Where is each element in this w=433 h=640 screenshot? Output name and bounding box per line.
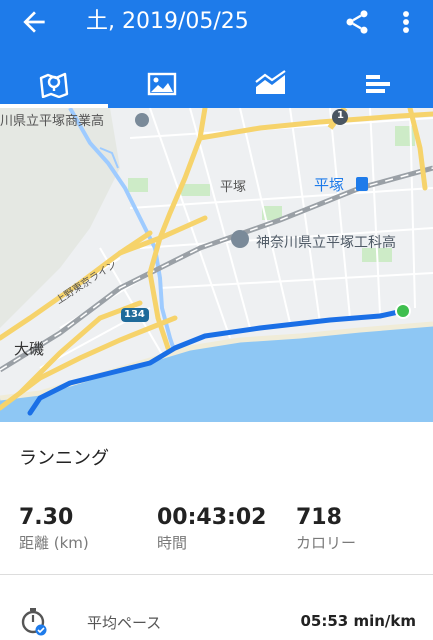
map-label-school2: 神奈川県立平塚工科高 bbox=[256, 235, 396, 251]
tab-details[interactable] bbox=[324, 60, 432, 108]
route-map[interactable]: 川県立平塚商業高 平塚 平塚 神奈川県立平塚工科高 大磯 上野東京ライン 134… bbox=[0, 108, 433, 422]
duration-label: 時間 bbox=[157, 534, 188, 552]
average-pace-label: 平均ペース bbox=[87, 614, 162, 632]
map-canvas bbox=[0, 108, 433, 422]
map-label-school1: 川県立平塚商業高 bbox=[0, 114, 105, 129]
tab-charts[interactable] bbox=[216, 60, 324, 108]
map-label-route134: 134 bbox=[124, 309, 145, 320]
back-button[interactable] bbox=[18, 6, 50, 38]
more-options-button[interactable] bbox=[396, 6, 416, 38]
distance-label: 距離 (km) bbox=[19, 534, 89, 552]
section-divider bbox=[0, 574, 433, 575]
app-bar: 土, 2019/05/25 bbox=[0, 0, 433, 108]
toolbar: 土, 2019/05/25 bbox=[0, 0, 433, 48]
map-label-oiso: 大磯 bbox=[14, 340, 45, 358]
calories-label: カロリー bbox=[296, 534, 357, 552]
map-label-station: 平塚 bbox=[314, 176, 345, 194]
map-icon bbox=[39, 72, 69, 98]
more-vert-icon bbox=[403, 11, 409, 33]
page-title: 土, 2019/05/25 bbox=[86, 9, 249, 34]
map-label-area: 平塚 bbox=[220, 180, 247, 195]
average-pace-value: 05:53 min/km bbox=[300, 612, 416, 630]
stopwatch-icon bbox=[19, 606, 49, 636]
bars-icon bbox=[366, 75, 390, 93]
duration-value: 00:43:02 bbox=[157, 505, 267, 530]
tab-map[interactable] bbox=[0, 60, 108, 108]
activity-type: ランニング bbox=[19, 448, 109, 469]
tab-bar bbox=[0, 60, 433, 108]
calories-value: 718 bbox=[296, 505, 342, 530]
map-label-road1: 1 bbox=[337, 110, 344, 121]
chart-icon bbox=[255, 70, 286, 94]
distance-value: 7.30 bbox=[19, 505, 74, 530]
share-icon bbox=[346, 10, 368, 34]
arrow-back-icon bbox=[23, 11, 45, 33]
share-button[interactable] bbox=[343, 6, 371, 38]
tab-photos[interactable] bbox=[108, 60, 216, 108]
photo-icon bbox=[147, 72, 177, 96]
